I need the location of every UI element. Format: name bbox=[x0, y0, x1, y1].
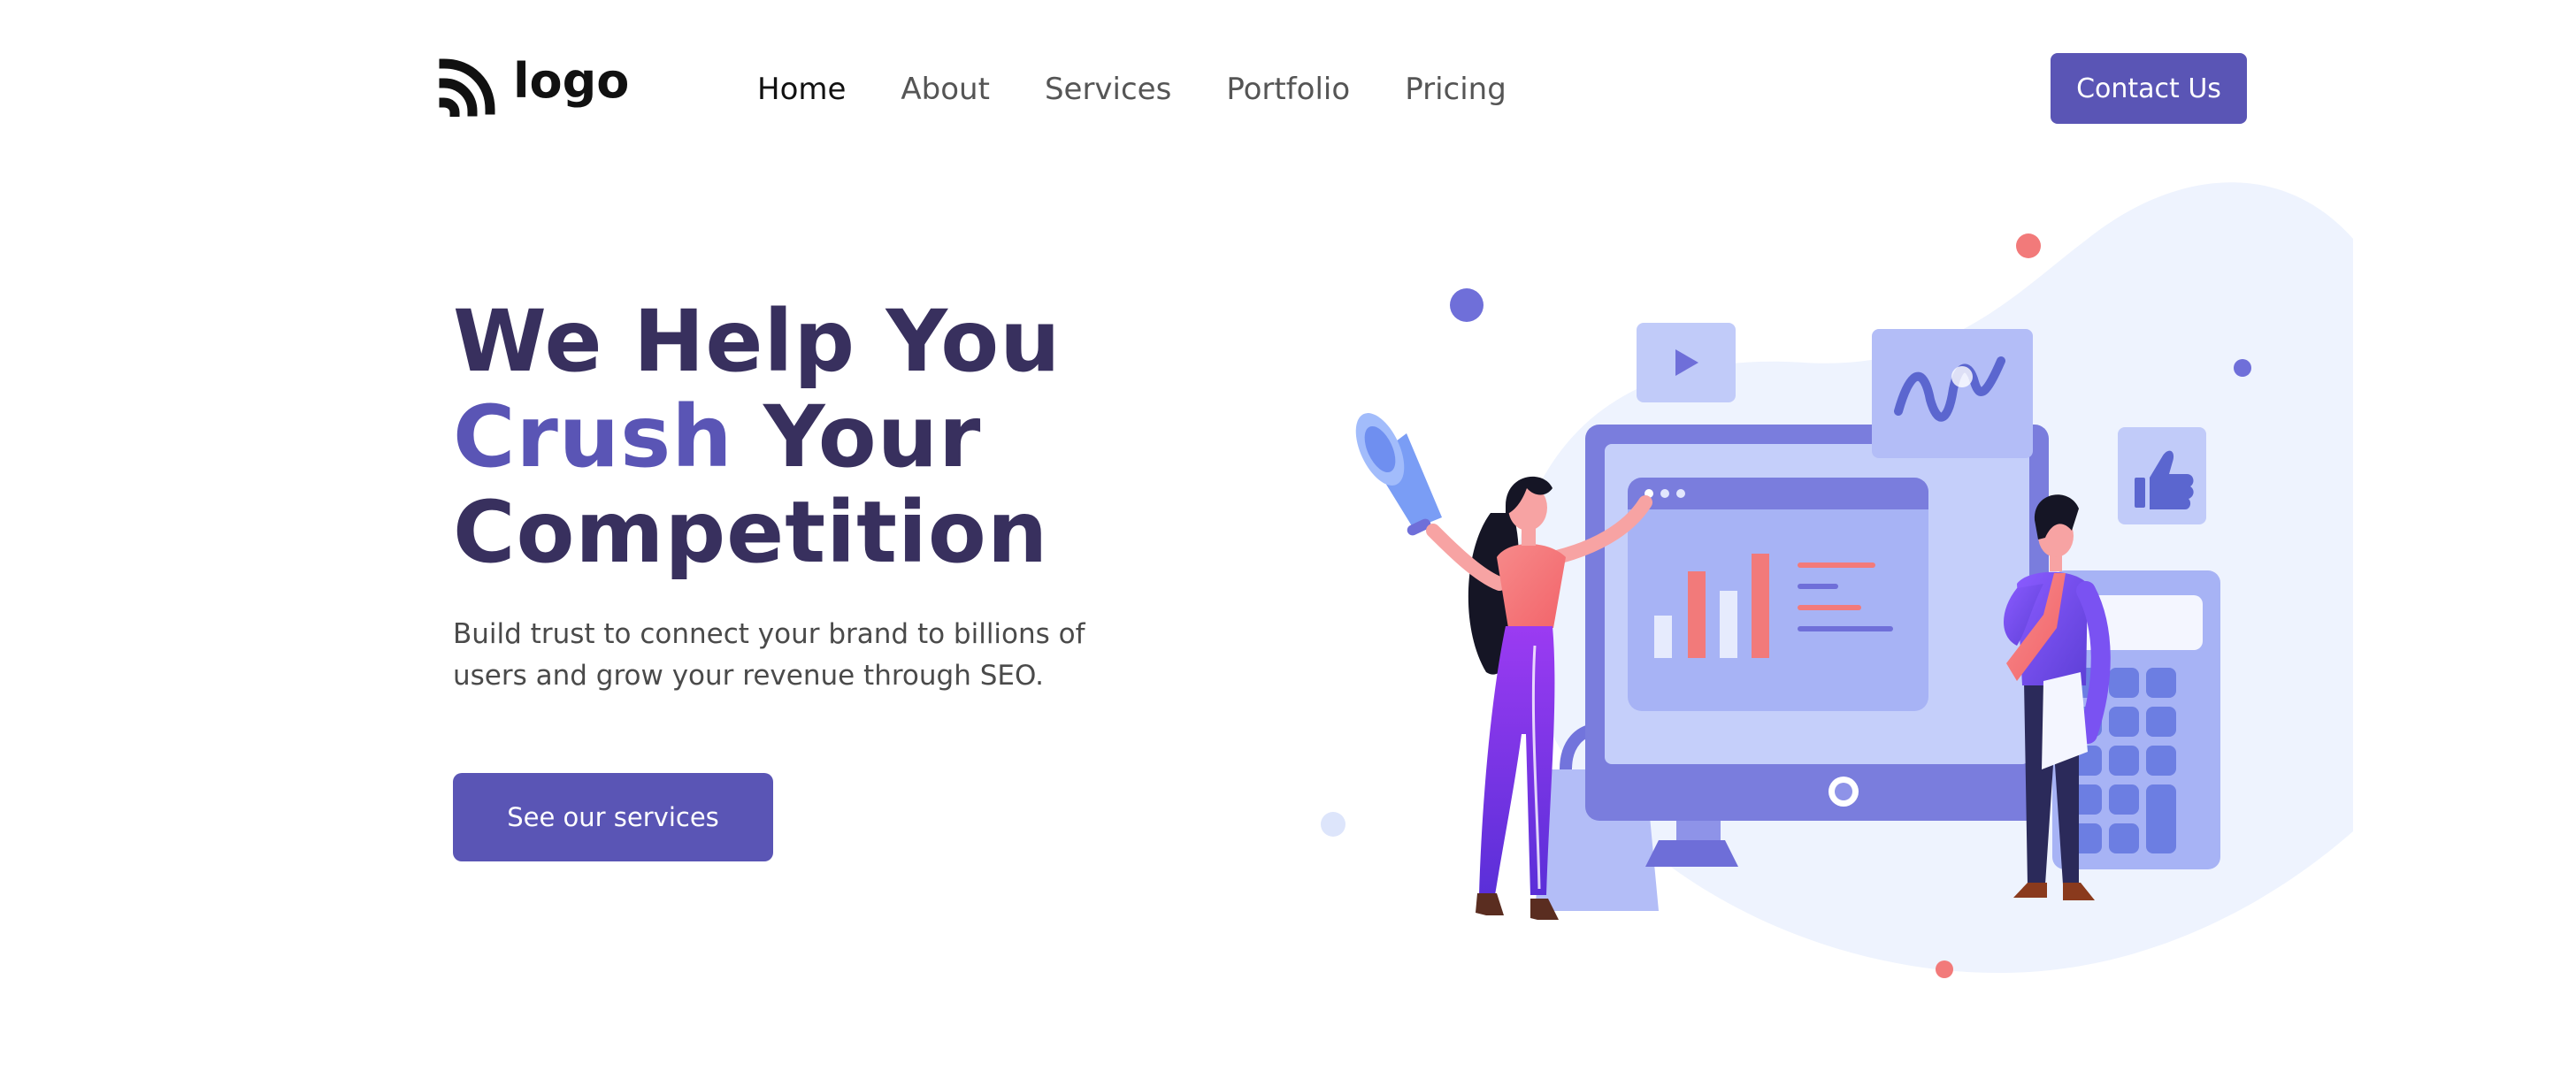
hero-title-accent: Crush bbox=[453, 387, 733, 486]
contact-us-button[interactable]: Contact Us bbox=[2051, 53, 2247, 124]
hero-title: We Help You Crush Your Competition bbox=[453, 294, 1062, 580]
wave-chart-icon bbox=[1872, 329, 2033, 458]
nav-about[interactable]: About bbox=[901, 69, 990, 110]
nav-services[interactable]: Services bbox=[1045, 69, 1171, 110]
decor-dot-light bbox=[1321, 812, 1346, 837]
see-services-button[interactable]: See our services bbox=[453, 773, 773, 861]
nav-portfolio[interactable]: Portfolio bbox=[1226, 69, 1350, 110]
logo[interactable]: logo bbox=[439, 53, 629, 119]
decor-dot-purple bbox=[1450, 288, 1484, 322]
hero-title-line-3: Competition bbox=[453, 483, 1049, 582]
nav-home[interactable]: Home bbox=[757, 69, 846, 110]
main-nav: Home About Services Portfolio Pricing bbox=[757, 69, 1561, 110]
hero-title-line-2-rest: Your bbox=[732, 387, 982, 486]
thumbs-up-icon bbox=[2118, 427, 2206, 524]
decor-dot-pink-small bbox=[1936, 960, 1953, 978]
logo-text: logo bbox=[513, 53, 630, 109]
decor-dot-pink bbox=[2016, 233, 2041, 258]
chart-window bbox=[1628, 478, 1928, 711]
hero-title-line-1: We Help You bbox=[453, 292, 1062, 391]
hero-subtitle: Build trust to connect your brand to bil… bbox=[453, 618, 1085, 692]
nav-pricing[interactable]: Pricing bbox=[1405, 69, 1506, 110]
hero-illustration bbox=[1321, 182, 2353, 978]
hero-title-line-2: Crush Your bbox=[453, 389, 1062, 485]
play-icon bbox=[1637, 323, 1736, 402]
landing-page: logo Home About Services Portfolio Prici… bbox=[0, 0, 2576, 1079]
megaphone-icon bbox=[1355, 413, 1442, 536]
logo-mark-icon bbox=[439, 58, 495, 117]
decor-dot-purple-small bbox=[2234, 359, 2251, 377]
